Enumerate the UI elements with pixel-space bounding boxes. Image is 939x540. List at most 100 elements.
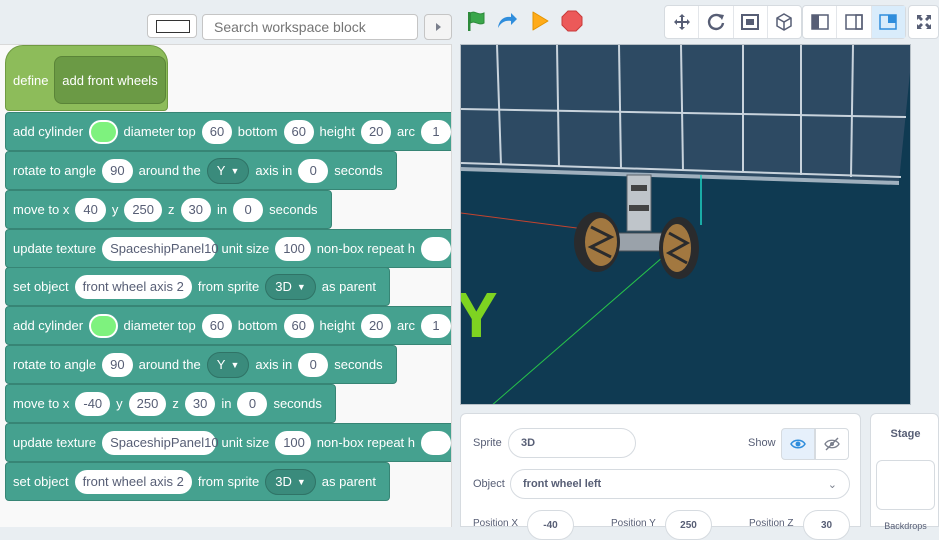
x-input[interactable]: -40 [75, 391, 111, 416]
block-label: seconds [273, 396, 322, 411]
normal-stage-button[interactable] [837, 6, 872, 38]
small-stage-button[interactable] [803, 6, 838, 38]
rotate-block[interactable]: rotate to angle 90 around the Y ▼ axis in… [5, 151, 397, 190]
height-input[interactable]: 20 [360, 313, 391, 338]
position-z-input[interactable]: 30 [803, 510, 850, 540]
block-label: update texture [13, 241, 97, 256]
update-texture-block[interactable]: update texture SpaceshipPanel10 unit siz… [5, 229, 451, 268]
sprite-value: 3D [275, 279, 292, 294]
seconds-input[interactable]: 0 [233, 197, 264, 222]
move-to-block[interactable]: move to x 40 y 250 z 30 in 0 seconds [5, 190, 332, 229]
start-button[interactable] [527, 8, 553, 34]
block-label: diameter top [123, 318, 196, 333]
define-block[interactable]: define add front wheels [5, 45, 168, 111]
block-label: seconds [334, 163, 383, 178]
show-visible-button[interactable] [781, 428, 815, 460]
z-input[interactable]: 30 [180, 197, 211, 222]
object-value: front wheel left [523, 478, 602, 490]
fullscreen-button[interactable] [908, 5, 939, 39]
block-label: unit size [221, 241, 270, 256]
add-cylinder-block[interactable]: add cylinder diameter top 60 bottom 60 h… [5, 306, 451, 345]
object-name-input[interactable]: front wheel axis 2 [74, 274, 192, 299]
block-label: move to x [13, 396, 70, 411]
custom-block-prototype[interactable]: add front wheels [54, 56, 166, 104]
axis-dropdown[interactable]: Y ▼ [206, 351, 250, 378]
unit-size-input[interactable]: 100 [275, 236, 311, 261]
position-y-label: Position Y [611, 518, 656, 529]
sprite-name-field[interactable]: 3D [508, 428, 636, 458]
seconds-input[interactable]: 0 [237, 391, 268, 416]
block-label: y [116, 396, 123, 411]
add-cylinder-block[interactable]: add cylinder diameter top 60 bottom 60 h… [5, 112, 451, 151]
y-input[interactable]: 250 [128, 391, 167, 416]
sprite-dropdown[interactable]: 3D ▼ [265, 273, 316, 300]
repeat-h-input[interactable] [421, 236, 451, 261]
sprite-dropdown[interactable]: 3D ▼ [265, 468, 316, 495]
texture-input[interactable]: SpaceshipPanel10 [102, 430, 219, 455]
3d-view-button[interactable] [768, 6, 801, 38]
search-next-button[interactable] [424, 14, 452, 40]
stage-title: Stage [890, 428, 921, 440]
update-texture-block[interactable]: update texture SpaceshipPanel10 unit siz… [5, 423, 451, 462]
block-label: bottom [237, 124, 278, 139]
block-label: diameter top [123, 124, 196, 139]
stage-canvas[interactable]: Y [460, 44, 911, 405]
height-input[interactable]: 20 [360, 119, 391, 144]
block-label: around the [138, 163, 201, 178]
axis-value: Y [216, 163, 226, 178]
color-input[interactable] [89, 119, 118, 144]
block-label: around the [138, 357, 201, 372]
x-input[interactable]: 40 [75, 197, 106, 222]
move-to-block[interactable]: move to x -40 y 250 z 30 in 0 seconds [5, 384, 336, 423]
workspace-color-picker[interactable] [147, 14, 197, 38]
duration-input[interactable]: 0 [298, 352, 329, 377]
angle-input[interactable]: 90 [102, 158, 133, 183]
rotate-tool-button[interactable] [699, 6, 734, 38]
set-parent-block[interactable]: set object front wheel axis 2 from sprit… [5, 462, 390, 501]
search-workspace-input[interactable] [202, 14, 418, 40]
play-icon [532, 11, 549, 31]
object-select[interactable]: front wheel left ⌄ [510, 469, 850, 499]
move-tool-button[interactable] [665, 6, 700, 38]
diameter-top-input[interactable]: 60 [201, 119, 232, 144]
arc-input[interactable]: 1 [421, 313, 451, 338]
block-label: add cylinder [13, 124, 84, 139]
position-y-input[interactable]: 250 [665, 510, 712, 540]
object-name-input[interactable]: front wheel axis 2 [74, 469, 192, 494]
fullscreen-icon [916, 15, 931, 29]
sprite-label: Sprite [473, 437, 502, 449]
stage-thumbnail[interactable] [876, 460, 935, 510]
rotate-block[interactable]: rotate to angle 90 around the Y ▼ axis in… [5, 345, 397, 384]
z-input[interactable]: 30 [184, 391, 216, 416]
bottom-input[interactable]: 60 [283, 313, 314, 338]
stop-button[interactable] [559, 8, 585, 34]
green-flag-button[interactable] [463, 8, 489, 34]
color-input[interactable] [89, 313, 118, 338]
hide-button[interactable] [815, 428, 849, 460]
block-label: arc [396, 124, 415, 139]
diameter-top-input[interactable]: 60 [201, 313, 232, 338]
layout-right-icon [845, 14, 863, 30]
position-x-input[interactable]: -40 [527, 510, 574, 540]
scale-tool-button[interactable] [734, 6, 768, 38]
block-label: add cylinder [13, 318, 84, 333]
axis-dropdown[interactable]: Y ▼ [206, 157, 250, 184]
block-label: axis in [255, 163, 293, 178]
turbo-mode-button[interactable] [494, 8, 520, 34]
block-label: non-box repeat h [316, 241, 415, 256]
repeat-h-input[interactable] [421, 430, 451, 455]
arc-input[interactable]: 1 [421, 119, 451, 144]
duration-input[interactable]: 0 [298, 158, 329, 183]
show-label: Show [748, 437, 776, 449]
bottom-input[interactable]: 60 [283, 119, 314, 144]
code-workspace[interactable]: define add front wheels add cylinder dia… [0, 44, 452, 527]
large-stage-button[interactable] [871, 6, 905, 38]
set-parent-block[interactable]: set object front wheel axis 2 from sprit… [5, 267, 390, 306]
play-arrow-icon [436, 23, 441, 31]
texture-input[interactable]: SpaceshipPanel10 [102, 236, 219, 261]
stage-selector-panel[interactable]: Stage Backdrops [870, 413, 939, 531]
angle-input[interactable]: 90 [102, 352, 133, 377]
block-label: bottom [237, 318, 278, 333]
y-input[interactable]: 250 [124, 197, 163, 222]
unit-size-input[interactable]: 100 [275, 430, 311, 455]
